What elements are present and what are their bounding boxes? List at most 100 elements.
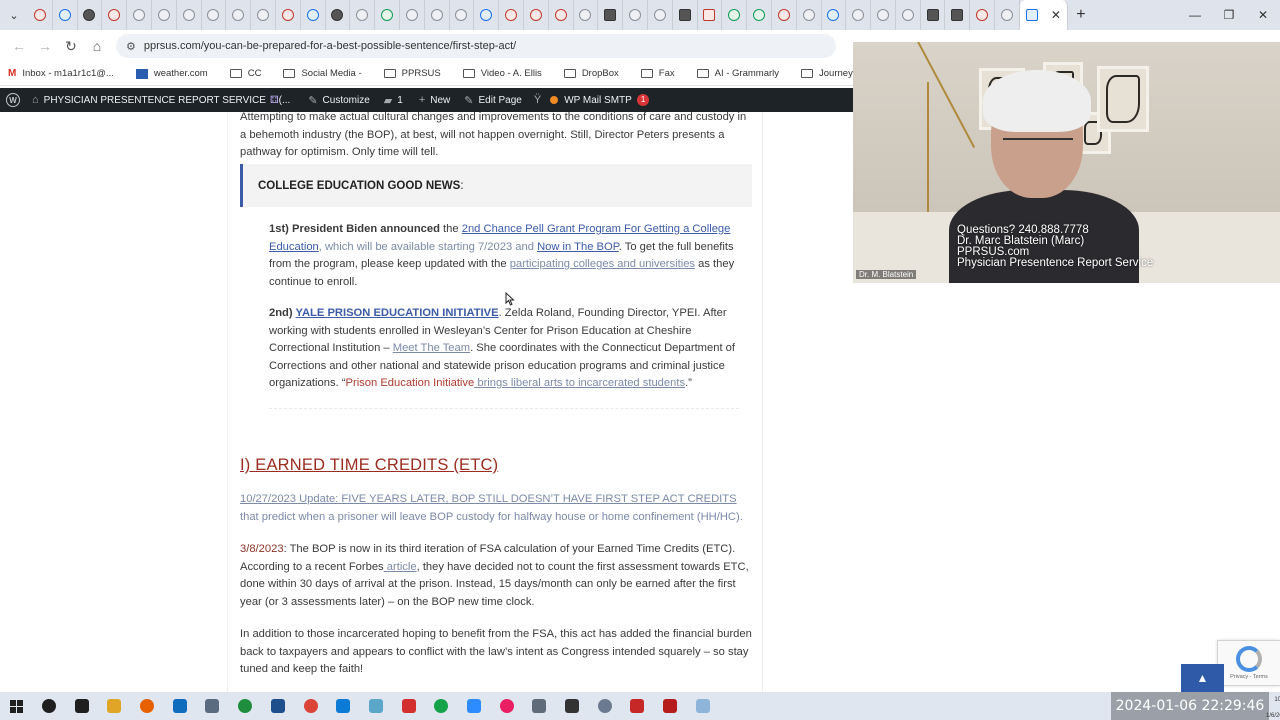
bookmark-item[interactable]: Video - A. Ellis	[462, 68, 542, 79]
browser-tab[interactable]	[970, 0, 996, 30]
browser-tab[interactable]	[549, 0, 574, 30]
browser-tab[interactable]	[871, 0, 896, 30]
settings-icon[interactable]	[523, 692, 556, 720]
admin-edit-page[interactable]: ✎ Edit Page	[464, 94, 522, 107]
browser-tab[interactable]	[226, 0, 252, 30]
chrome-profile-icon[interactable]	[294, 692, 327, 720]
browser-tab[interactable]	[425, 0, 450, 30]
browser-tab[interactable]	[797, 0, 822, 30]
admin-site-name[interactable]: ⌂ PHYSICIAN PRESENTENCE REPORT SERVICE ⚃…	[32, 94, 290, 106]
browser-tab[interactable]	[896, 0, 921, 30]
browser-tab[interactable]	[499, 0, 524, 30]
calculator-icon[interactable]	[196, 692, 229, 720]
browser-tab[interactable]	[995, 0, 1020, 30]
browser-tab[interactable]	[326, 0, 351, 30]
five-years-later-link[interactable]: 10/27/2023 Update: FIVE YEARS LATER, BOP…	[240, 493, 737, 505]
browser-tab[interactable]	[375, 0, 400, 30]
browser-tab[interactable]	[474, 0, 500, 30]
admin-customize[interactable]: ✎ Customize	[308, 94, 369, 107]
browser-tab[interactable]	[846, 0, 872, 30]
acrobat-icon[interactable]	[654, 692, 687, 720]
notepad-icon[interactable]	[686, 692, 719, 720]
maximize-icon[interactable]: ❐	[1212, 0, 1246, 30]
address-bar[interactable]: ⚙ pprsus.com/you-can-be-prepared-for-a-b…	[116, 34, 836, 58]
browser-tab[interactable]	[623, 0, 648, 30]
meet-the-team-link[interactable]: Meet The Team	[393, 342, 470, 354]
admin-comments[interactable]: ▰ 1	[384, 94, 403, 107]
bookmark-item[interactable]: Fax	[640, 68, 675, 79]
browser-tab[interactable]	[945, 0, 971, 30]
close-tab-icon[interactable]: ✕	[1051, 8, 1061, 22]
bookmark-item[interactable]: AI - Grammarly	[696, 68, 779, 79]
app-icon[interactable]	[621, 692, 654, 720]
app-icon[interactable]	[556, 692, 589, 720]
task-view-icon[interactable]	[65, 692, 98, 720]
new-tab-button[interactable]: +	[1068, 0, 1094, 30]
liberal-arts-link[interactable]: brings liberal arts to incarcerated stud…	[474, 377, 685, 389]
browser-tab[interactable]	[524, 0, 549, 30]
bookmark-item[interactable]: M Inbox - m1a1r1c1@...	[8, 68, 114, 79]
tray-clock[interactable]: 10:29 PM 1/6/2024	[1266, 696, 1280, 720]
scroll-to-top-button[interactable]: ▲	[1181, 664, 1224, 692]
browser-tab[interactable]	[648, 0, 673, 30]
admin-wp-mail-smtp[interactable]: WP Mail SMTP 1	[550, 94, 650, 106]
reload-icon[interactable]: ↻	[58, 33, 84, 59]
browser-tab[interactable]	[722, 0, 748, 30]
active-browser-tab[interactable]: ✕	[1019, 0, 1068, 30]
bookmark-item[interactable]: weather.com	[135, 68, 208, 79]
browser-tab[interactable]	[450, 0, 475, 30]
admin-yoast[interactable]: Ÿ	[534, 94, 546, 106]
yale-initiative-link[interactable]: YALE PRISON EDUCATION INITIATIVE	[296, 307, 499, 319]
now-in-bop-link[interactable]: Now in The BOP	[537, 241, 619, 253]
grammarly-icon[interactable]	[425, 692, 458, 720]
minimize-icon[interactable]: —	[1178, 0, 1212, 30]
browser-tab[interactable]	[53, 0, 78, 30]
recaptcha-badge[interactable]: Privacy - Terms	[1217, 640, 1280, 686]
browser-tab[interactable]	[127, 0, 152, 30]
firefox-icon[interactable]	[131, 692, 164, 720]
bookmark-item[interactable]: DropBox	[563, 68, 619, 79]
komodo-icon[interactable]	[262, 692, 295, 720]
forbes-article-link[interactable]: article	[384, 561, 417, 573]
chrome-icon[interactable]	[229, 692, 262, 720]
notepad-icon[interactable]	[360, 692, 393, 720]
home-icon[interactable]: ⌂	[84, 33, 110, 59]
browser-tab[interactable]	[574, 0, 599, 30]
browser-tab[interactable]	[747, 0, 772, 30]
browser-tab[interactable]	[177, 0, 202, 30]
browser-tab[interactable]	[78, 0, 103, 30]
browser-tab[interactable]	[301, 0, 326, 30]
browser-tab[interactable]	[251, 0, 276, 30]
browser-tab[interactable]	[921, 0, 946, 30]
start-menu-icon[interactable]	[0, 692, 33, 720]
browser-tab[interactable]	[350, 0, 376, 30]
zoom-icon[interactable]	[458, 692, 491, 720]
participating-colleges-link[interactable]: participating colleges and universities	[510, 258, 695, 270]
outlook-icon[interactable]	[163, 692, 196, 720]
browser-tab[interactable]	[152, 0, 177, 30]
app-icon[interactable]	[392, 692, 425, 720]
close-window-icon[interactable]: ✕	[1246, 0, 1280, 30]
forward-icon[interactable]: →	[32, 33, 58, 59]
browser-tab[interactable]	[276, 0, 301, 30]
browser-tab[interactable]	[822, 0, 847, 30]
browser-tab[interactable]	[673, 0, 698, 30]
site-info-icon[interactable]: ⚙	[126, 40, 136, 53]
admin-new[interactable]: + New	[419, 94, 450, 106]
back-icon[interactable]: ←	[6, 33, 32, 59]
browser-tab[interactable]	[202, 0, 227, 30]
edge-icon[interactable]	[327, 692, 360, 720]
gear-icon[interactable]	[588, 692, 621, 720]
browser-tab[interactable]	[698, 0, 723, 30]
bookmark-item[interactable]: Journey	[801, 68, 853, 79]
bookmark-item[interactable]: Social Media -	[283, 68, 362, 79]
search-icon[interactable]	[33, 692, 66, 720]
bookmark-item[interactable]: PPRSUS	[383, 68, 441, 79]
file-explorer-icon[interactable]	[98, 692, 131, 720]
browser-tab[interactable]	[400, 0, 425, 30]
browser-tab[interactable]	[598, 0, 624, 30]
browser-tab[interactable]	[772, 0, 797, 30]
bookmark-item[interactable]: CC	[229, 68, 261, 79]
browser-tab[interactable]	[28, 0, 53, 30]
browser-tab[interactable]	[102, 0, 128, 30]
